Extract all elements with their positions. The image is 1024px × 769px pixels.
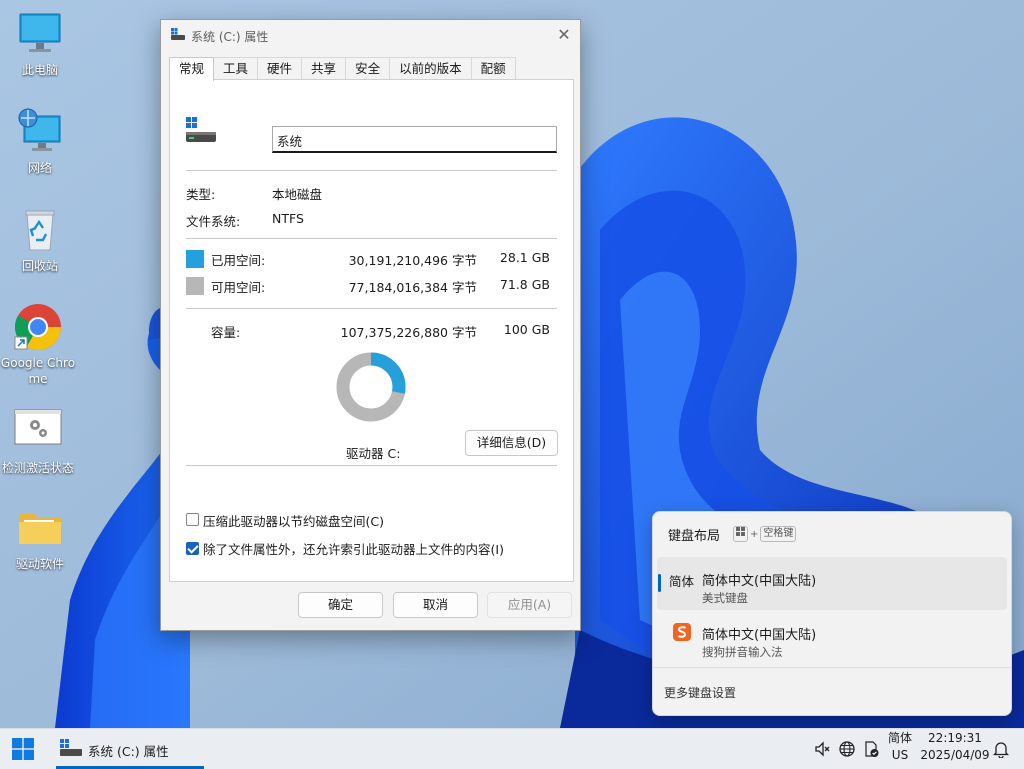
free-space-size: 71.8 GB xyxy=(499,277,550,292)
type-value: 本地磁盘 xyxy=(272,187,323,202)
layout-name: 简体中文(中国大陆) xyxy=(702,574,817,589)
type-label: 类型: xyxy=(186,187,216,202)
input-method-indicator[interactable]: 简体 US xyxy=(884,730,916,768)
computer-icon xyxy=(16,10,64,58)
free-space-swatch xyxy=(186,277,204,295)
desktop-icon-this-pc[interactable]: 此电脑 xyxy=(2,10,78,78)
capacity-label: 容量: xyxy=(211,325,241,340)
layout-prefix: 简体 xyxy=(669,574,695,589)
selected-indicator xyxy=(658,574,661,592)
ime-language: 简体 xyxy=(887,731,912,745)
folder-icon xyxy=(16,504,64,552)
tab-hardware[interactable]: 硬件 xyxy=(257,57,303,80)
drive-properties-dialog: 系统 (C:) 属性 ✕ 常规 工具 硬件 共享 安全 以前的版本 配额 系统 … xyxy=(160,19,581,631)
layout-name: 简体中文(中国大陆) xyxy=(702,628,817,643)
divider xyxy=(186,238,557,239)
shortcut-hint: + 空格键 xyxy=(733,526,797,542)
details-button[interactable]: 详细信息(D) xyxy=(465,430,558,456)
desktop-icon-label: 此电脑 xyxy=(21,63,58,77)
divider xyxy=(653,667,1011,668)
tab-tools[interactable]: 工具 xyxy=(213,57,259,80)
windows-start-icon xyxy=(12,738,34,760)
desktop-icon-label: 网络 xyxy=(27,161,52,175)
compress-label: 压缩此驱动器以节约磁盘空间(C) xyxy=(203,514,384,529)
network-icon xyxy=(16,108,64,156)
divider xyxy=(186,465,557,466)
flyout-title: 键盘布局 xyxy=(668,529,721,544)
desktop-icon-driver-folder[interactable]: 驱动软件 xyxy=(2,504,78,572)
divider xyxy=(186,308,557,309)
drive-icon xyxy=(186,117,216,148)
windows-key-icon xyxy=(733,526,748,542)
layout-sub: 搜狗拼音输入法 xyxy=(702,645,783,659)
dialog-title: 系统 (C:) 属性 xyxy=(191,30,269,44)
settings-shortcut-icon xyxy=(14,408,62,456)
cancel-button[interactable]: 取消 xyxy=(393,592,478,618)
close-button[interactable]: ✕ xyxy=(548,20,580,50)
filesystem-label: 文件系统: xyxy=(186,214,241,229)
desktop-icon-recycle-bin[interactable]: 回收站 xyxy=(2,206,78,274)
layout-sub: 美式键盘 xyxy=(702,591,748,605)
desktop-icon-chrome[interactable]: Google Chrome xyxy=(0,303,76,387)
tab-strip: 常规 工具 硬件 共享 安全 以前的版本 配额 xyxy=(169,57,516,81)
desktop-icon-activation-check[interactable]: 检测激活状态 xyxy=(0,408,76,476)
capacity-bytes: 107,375,226,880 字节 xyxy=(340,325,477,340)
tab-general[interactable]: 常规 xyxy=(169,57,215,81)
tab-previous-versions[interactable]: 以前的版本 xyxy=(389,57,472,80)
drive-small-icon xyxy=(60,739,82,760)
taskbar: 系统 (C:) 属性 简体 US 22:19:31 2025/04/09 xyxy=(0,728,1024,769)
used-space-size: 28.1 GB xyxy=(499,250,550,265)
drive-small-icon xyxy=(171,28,185,40)
layout-item-us-keyboard[interactable]: 简体 简体中文(中国大陆) 美式键盘 xyxy=(657,557,1007,610)
index-checkbox[interactable] xyxy=(186,542,199,555)
more-keyboard-settings-link[interactable]: 更多键盘设置 xyxy=(664,684,736,701)
drive-letter-label: 驱动器 C: xyxy=(346,446,401,461)
desktop-icon-network[interactable]: 网络 xyxy=(2,108,78,176)
desktop-icon-label: 回收站 xyxy=(21,259,58,273)
filesystem-value: NTFS xyxy=(272,211,304,226)
taskbar-app-drive-properties[interactable]: 系统 (C:) 属性 xyxy=(56,729,204,769)
taskbar-app-title: 系统 (C:) 属性 xyxy=(88,744,169,759)
layout-item-sogou[interactable]: 简体中文(中国大陆) 搜狗拼音输入法 xyxy=(657,612,1007,665)
security-status-icon[interactable] xyxy=(862,740,880,761)
clock-time: 22:19:31 xyxy=(928,731,982,745)
tab-security[interactable]: 安全 xyxy=(345,57,391,80)
clock[interactable]: 22:19:31 2025/04/09 xyxy=(920,730,990,764)
chrome-icon xyxy=(14,303,62,351)
used-space-bytes: 30,191,210,496 字节 xyxy=(348,253,477,268)
desktop-icon-label: Google Chrome xyxy=(0,356,76,386)
capacity-size: 100 GB xyxy=(503,322,550,337)
free-space-label: 可用空间: xyxy=(211,280,266,295)
network-globe-icon[interactable] xyxy=(838,740,856,761)
keyboard-layout-flyout: 键盘布局 + 空格键 简体 简体中文(中国大陆) 美式键盘 简体中文(中国大陆)… xyxy=(652,511,1012,716)
general-tab-panel: 系统 类型: 本地磁盘 文件系统: NTFS 已用空间: 30,191,210,… xyxy=(169,79,574,582)
drive-name-input[interactable]: 系统 xyxy=(272,126,557,153)
apply-button[interactable]: 应用(A) xyxy=(487,592,572,618)
recycle-bin-icon xyxy=(16,206,64,254)
shortcut-plus: + xyxy=(750,528,759,540)
dialog-titlebar[interactable]: 系统 (C:) 属性 ✕ xyxy=(161,20,580,50)
ime-layout: US xyxy=(891,748,909,762)
used-space-label: 已用空间: xyxy=(211,253,266,268)
speaker-muted-icon[interactable] xyxy=(814,740,832,761)
space-key-hint: 空格键 xyxy=(760,526,797,542)
tab-quota[interactable]: 配额 xyxy=(470,57,516,80)
close-icon: ✕ xyxy=(557,25,571,44)
disk-usage-donut xyxy=(336,352,406,425)
used-space-swatch xyxy=(186,250,204,268)
free-space-bytes: 77,184,016,384 字节 xyxy=(348,280,477,295)
clock-date: 2025/04/09 xyxy=(920,748,990,762)
compress-checkbox[interactable] xyxy=(186,513,199,526)
tab-sharing[interactable]: 共享 xyxy=(301,57,347,80)
start-button[interactable] xyxy=(12,738,34,763)
notification-bell-icon[interactable] xyxy=(992,740,1010,761)
sogou-icon xyxy=(673,623,691,644)
desktop-icon-label: 驱动软件 xyxy=(15,557,64,571)
ok-button[interactable]: 确定 xyxy=(298,592,383,618)
index-label: 除了文件属性外，还允许索引此驱动器上文件的内容(I) xyxy=(203,542,504,557)
divider xyxy=(186,170,557,171)
desktop-icon-label: 检测激活状态 xyxy=(1,461,74,475)
